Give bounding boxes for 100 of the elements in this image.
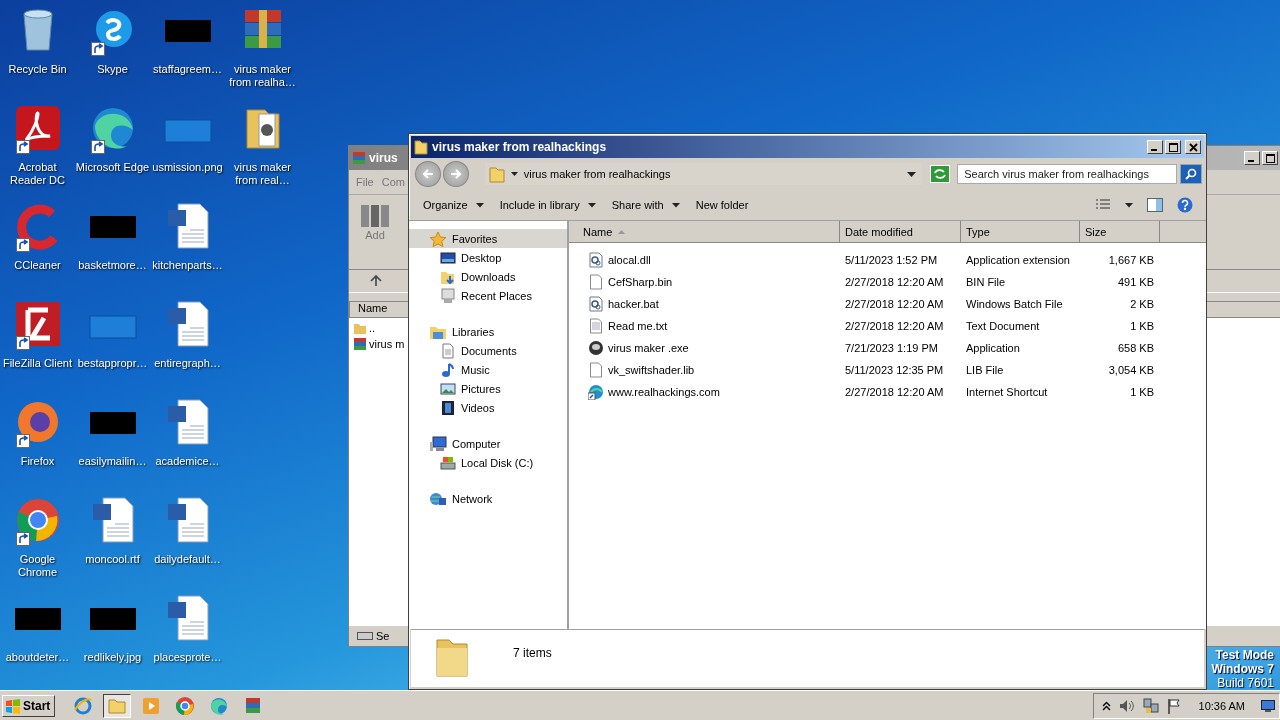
- list-item[interactable]: ..: [369, 322, 376, 334]
- date-cell-text: 2/27/2018 12:20 AM: [844, 386, 945, 398]
- nav-item[interactable]: Favorites: [409, 229, 567, 248]
- type-cell-text: Application extension: [965, 254, 1071, 266]
- desktop-shortcut[interactable]: dailydefault…: [150, 496, 225, 594]
- show-desktop-button[interactable]: [1259, 699, 1277, 712]
- desktop-shortcut[interactable]: Acrobat Reader DC: [0, 104, 75, 202]
- desktop-shortcut[interactable]: redlikely.jpg: [75, 594, 150, 692]
- desktop-shortcut[interactable]: bestappropr…: [75, 300, 150, 398]
- app-icon: [588, 340, 604, 356]
- file-name[interactable]: CefSharp.bin: [569, 274, 840, 290]
- back-button[interactable]: [415, 161, 441, 187]
- desktop-shortcut[interactable]: Firefox: [0, 398, 75, 496]
- browser-icon: [73, 695, 94, 716]
- maximize-button[interactable]: [1262, 151, 1278, 165]
- nav-item[interactable]: Videos: [409, 398, 567, 417]
- list-item[interactable]: virus m: [369, 338, 405, 350]
- desktop-shortcut[interactable]: usmission.png: [150, 104, 225, 202]
- desktop-shortcut[interactable]: basketmore…: [75, 202, 150, 300]
- desktop-shortcut[interactable]: CCleaner: [0, 202, 75, 300]
- maximize-icon: [1265, 153, 1275, 163]
- nav-item[interactable]: Desktop: [409, 248, 567, 267]
- caret-icon: [1125, 202, 1133, 208]
- toolbar-button[interactable]: Include in library: [493, 196, 602, 214]
- help-icon: [1177, 197, 1193, 213]
- forward-button[interactable]: [442, 161, 469, 187]
- desktop-shortcut[interactable]: staffagreem…: [150, 6, 225, 104]
- maximize-button[interactable]: [1165, 140, 1181, 154]
- status-text: Se: [376, 630, 390, 642]
- column-header[interactable]: Name: [358, 302, 388, 314]
- film-icon: [440, 399, 456, 416]
- refresh-button[interactable]: [930, 165, 951, 183]
- document-icon: [440, 342, 456, 359]
- desktop-shortcut[interactable]: moncool.rtf: [75, 496, 150, 594]
- nav-item[interactable]: Computer: [409, 434, 567, 453]
- disk-icon: [440, 454, 456, 471]
- toolbar-button[interactable]: New folder: [689, 196, 755, 214]
- list-view-icon: [1095, 199, 1111, 211]
- taskbar-app-button[interactable]: [103, 693, 132, 718]
- type-cell-text: Windows Batch File: [965, 298, 1064, 310]
- file-name[interactable]: hacker.bat: [569, 296, 840, 312]
- minimize-button[interactable]: [1244, 151, 1260, 165]
- globe-icon: [429, 490, 447, 507]
- window-title: virus maker from realhackings: [432, 140, 607, 154]
- nav-item[interactable]: Recent Places: [409, 286, 567, 305]
- date-cell-text: 2/27/2018 12:20 AM: [844, 298, 945, 310]
- desktop-shortcut[interactable]: kitchenparts…: [150, 202, 225, 300]
- desktop-shortcut[interactable]: Microsoft Edge: [75, 104, 150, 202]
- file-name[interactable]: www.realhackings.com: [569, 384, 840, 400]
- desktop-shortcut[interactable]: virus maker from realha…: [225, 6, 300, 104]
- window-title: virus: [369, 151, 398, 165]
- desktop-shortcut[interactable]: Skype: [75, 6, 150, 104]
- archive-icon: [352, 151, 366, 165]
- nav-item[interactable]: Music: [409, 360, 567, 379]
- clock[interactable]: 10:36 AM: [1198, 699, 1245, 712]
- desktop-shortcut[interactable]: Google Chrome: [0, 496, 75, 594]
- type-cell-text: LIB File: [965, 364, 1005, 376]
- column-header[interactable]: Date modified: [840, 221, 961, 242]
- address-bar[interactable]: virus maker from realhackings: [484, 163, 923, 185]
- toolbar-button[interactable]: Share with: [605, 196, 686, 214]
- date-cell-text: 2/27/2018 12:20 AM: [844, 320, 945, 332]
- search-button[interactable]: [1180, 164, 1203, 184]
- file-name[interactable]: vk_swiftshader.lib: [569, 362, 840, 378]
- nav-item[interactable]: Network: [409, 489, 567, 508]
- minimize-button[interactable]: [1147, 140, 1163, 154]
- nav-item[interactable]: Downloads: [409, 267, 567, 286]
- size-cell-text: 658 KB: [1116, 342, 1155, 354]
- nav-item[interactable]: Pictures: [409, 379, 567, 398]
- nav-item[interactable]: Libraries: [409, 322, 567, 341]
- start-button[interactable]: Start: [2, 694, 56, 717]
- file-name[interactable]: alocal.dll: [569, 252, 840, 268]
- back-arrow-icon: [421, 168, 434, 180]
- type-cell-text: BIN File: [965, 276, 1007, 288]
- nav-item[interactable]: Documents: [409, 341, 567, 360]
- desktop-shortcut[interactable]: aboutdeter…: [0, 594, 75, 692]
- column-header[interactable]: Name: [569, 221, 840, 242]
- close-button[interactable]: [1185, 140, 1201, 154]
- gear-file-icon: [588, 296, 604, 312]
- chevron-up-icon: [1101, 700, 1111, 711]
- desktop-shortcut[interactable]: easilymailin…: [75, 398, 150, 496]
- watermark-text: Test Mode: [1215, 648, 1274, 662]
- up-arrow-icon: [369, 275, 383, 287]
- watermark-text: Build 7601: [1217, 676, 1274, 690]
- desktop-shortcut[interactable]: Recycle Bin: [0, 6, 75, 104]
- column-header[interactable]: Size: [1080, 221, 1160, 242]
- recent-icon: [440, 287, 456, 304]
- file-name[interactable]: virus maker .exe: [569, 340, 840, 356]
- desktop-shortcut[interactable]: academice…: [150, 398, 225, 496]
- toolbar-button[interactable]: Organize: [417, 196, 490, 214]
- nav-item[interactable]: Local Disk (C:): [409, 453, 567, 472]
- desktop-shortcut[interactable]: FileZilla Client: [0, 300, 75, 398]
- picture-icon: [440, 380, 456, 397]
- file-name[interactable]: Read me.txt: [569, 318, 840, 334]
- network-button[interactable]: [1140, 697, 1161, 714]
- browser-icon: [209, 695, 230, 716]
- search-field[interactable]: Search virus maker from realhackings: [957, 164, 1178, 184]
- type-cell-text: Internet Shortcut: [965, 386, 1049, 398]
- column-header[interactable]: Type: [961, 221, 1080, 242]
- desktop-shortcut[interactable]: virus maker from real…: [225, 104, 300, 202]
- desktop-shortcut[interactable]: entiregraph…: [150, 300, 225, 398]
